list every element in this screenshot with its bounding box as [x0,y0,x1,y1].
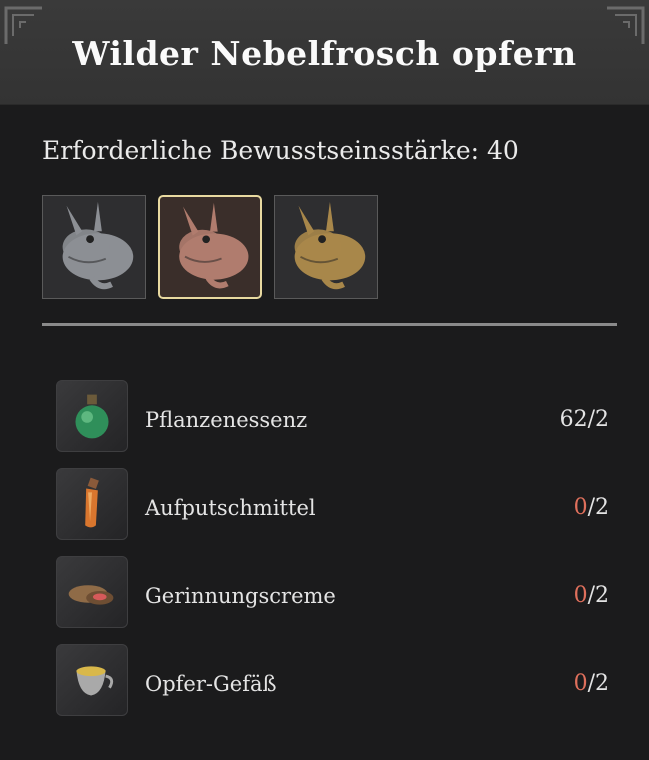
material-count: 0/2 [573,495,609,520]
dialog-title: Wilder Nebelfrosch opfern [72,34,577,73]
material-name: Gerinnungscreme [145,584,336,608]
material-row: Opfer-Gefäß 0/2 [56,644,609,716]
variant-red-frog[interactable] [158,195,262,299]
material-name: Aufputschmittel [145,496,316,520]
material-name: Pflanzenessenz [145,408,308,432]
material-count: 62/2 [559,407,609,432]
material-count: 0/2 [573,583,609,608]
golden-cup-icon[interactable] [56,644,128,716]
divider [42,323,617,326]
variant-gold-frog[interactable] [274,195,378,299]
dialog-header: Wilder Nebelfrosch opfern [0,0,649,105]
cream-tin-icon[interactable] [56,556,128,628]
material-row: Gerinnungscreme 0/2 [56,556,609,628]
frog-icon [62,201,134,290]
variant-gray-frog[interactable] [42,195,146,299]
requirement-label: Erforderliche Bewusstseinsstärke: 40 [42,136,519,165]
orange-vial-icon[interactable] [56,468,128,540]
material-row: Pflanzenessenz 62/2 [56,380,609,452]
green-potion-icon[interactable] [56,380,128,452]
material-name: Opfer-Gefäß [145,672,277,696]
frog-icon [179,202,249,289]
material-count: 0/2 [573,671,609,696]
material-row: Aufputschmittel 0/2 [56,468,609,540]
frog-icon [294,201,366,290]
